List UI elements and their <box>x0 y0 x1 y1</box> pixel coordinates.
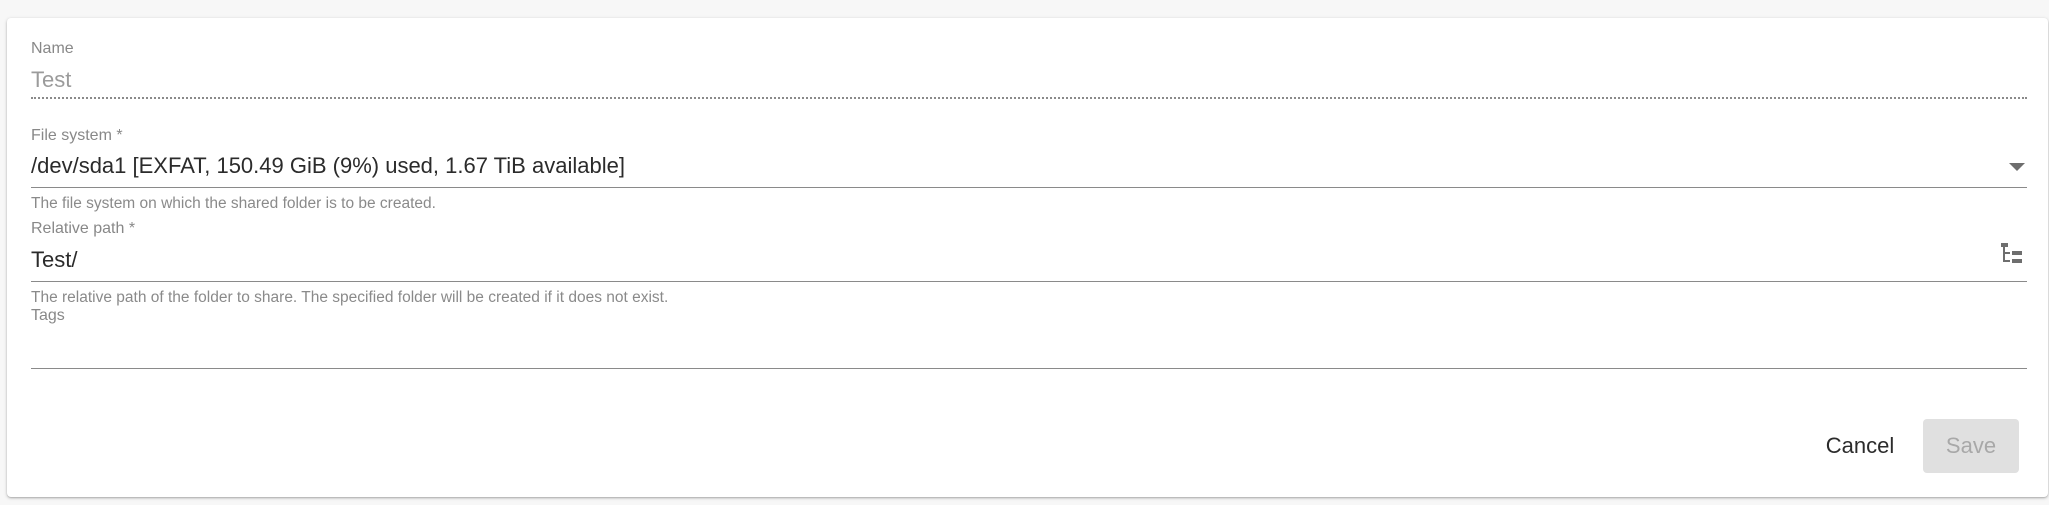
tags-underline <box>31 368 2027 369</box>
cancel-button[interactable]: Cancel <box>1807 419 1913 473</box>
filesystem-hint: The file system on which the shared fold… <box>31 195 436 212</box>
relative-path-input[interactable]: Test/ <box>31 247 77 273</box>
relative-path-label: Relative path * <box>31 220 136 237</box>
relative-path-underline <box>31 281 2027 282</box>
shared-folder-form-card: Name Test File system * /dev/sda1 [EXFAT… <box>7 18 2048 497</box>
filesystem-label: File system * <box>31 127 123 144</box>
chevron-down-icon[interactable] <box>2009 163 2025 171</box>
folder-tree-icon[interactable] <box>1999 241 2025 267</box>
name-label: Name <box>31 40 74 57</box>
filesystem-underline <box>31 187 2027 188</box>
name-underline <box>31 97 2027 99</box>
save-button[interactable]: Save <box>1923 419 2019 473</box>
tags-label: Tags <box>31 307 65 324</box>
filesystem-value[interactable]: /dev/sda1 [EXFAT, 150.49 GiB (9%) used, … <box>31 153 625 179</box>
relative-path-hint: The relative path of the folder to share… <box>31 289 669 306</box>
name-value: Test <box>31 67 72 92</box>
